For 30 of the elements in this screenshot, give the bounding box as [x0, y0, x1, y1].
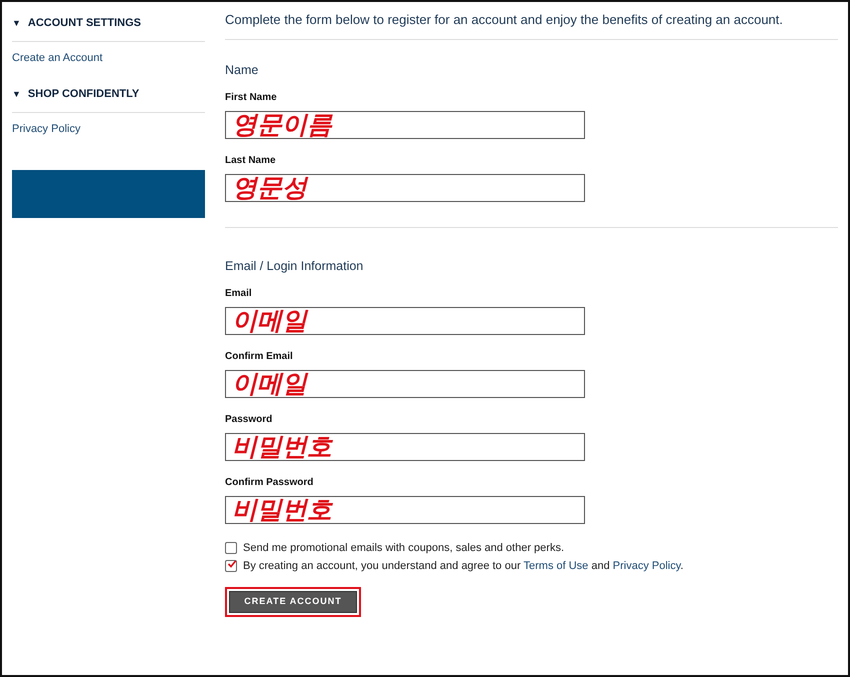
- option-text: By creating an account, you understand and agree to our Terms of Use and Privacy Policy.: [243, 559, 684, 574]
- sidebar-heading-text: SHOP CONFIDENTLY: [28, 87, 140, 102]
- field-label: Email: [225, 288, 253, 300]
- sidebar-heading[interactable]: ▼ ACCOUNT SETTINGS: [12, 6, 205, 42]
- field-label: Confirm Email: [225, 350, 294, 362]
- sidebar-heading[interactable]: ▼ SHOP CONFIDENTLY: [12, 77, 205, 112]
- input-field[interactable]: 이메일: [225, 306, 585, 334]
- field-label: Password: [225, 414, 274, 426]
- create-account-button[interactable]: CREATE ACCOUNT: [225, 586, 361, 616]
- input-field[interactable]: 비밀번호: [225, 432, 585, 460]
- sidebar-link[interactable]: Create an Account: [12, 50, 103, 66]
- text-link[interactable]: Privacy Policy: [612, 560, 680, 572]
- caret-icon[interactable]: ▼: [12, 16, 21, 30]
- input-field[interactable]: 비밀번호: [225, 496, 585, 524]
- intro-text: Complete the form below to register for an account and enjoy the benefits of creating an account.: [225, 2, 838, 40]
- sidebar-link[interactable]: Privacy Policy: [12, 120, 80, 137]
- input-field[interactable]: 영문이름: [225, 110, 585, 138]
- text-link[interactable]: Terms of Use: [524, 560, 588, 572]
- input-field[interactable]: 이메일: [225, 370, 585, 398]
- section-title: Email / Login Information: [225, 258, 364, 274]
- field-label: Last Name: [225, 154, 277, 166]
- section-title: Name: [225, 62, 260, 78]
- checkbox[interactable]: [225, 560, 237, 572]
- input-field[interactable]: 영문성: [225, 174, 585, 202]
- option-text: Send me promotional emails with coupons, sales and other perks.: [243, 540, 564, 556]
- sidebar-heading-text: ACCOUNT SETTINGS: [28, 16, 141, 31]
- field-label: First Name: [225, 92, 278, 104]
- caret-icon[interactable]: ▼: [12, 88, 21, 101]
- checkbox[interactable]: [225, 542, 237, 554]
- field-label: Confirm Password: [225, 476, 314, 488]
